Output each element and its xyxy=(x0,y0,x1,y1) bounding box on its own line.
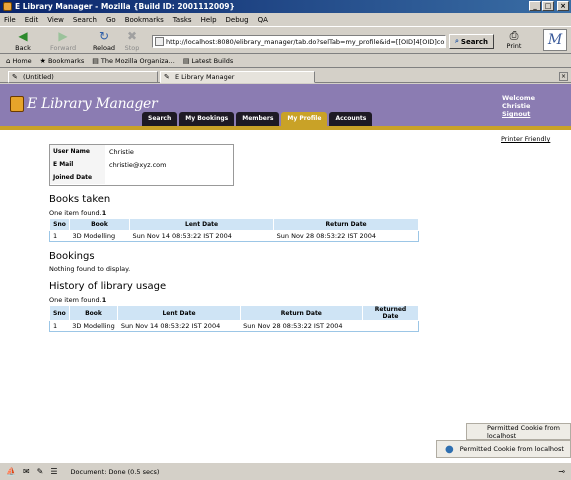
profile-value: christie@xyz.com xyxy=(109,160,167,169)
welcome-label: Welcome xyxy=(502,94,536,102)
url-field[interactable]: http://localhost:8080/elibrary_manager/t… xyxy=(152,35,446,48)
header-stripe xyxy=(0,126,571,130)
nav-my-bookings[interactable]: My Bookings xyxy=(179,112,235,126)
page-content: E Library Manager Search My Bookings Mem… xyxy=(0,84,571,462)
composer-icon[interactable]: ✎ xyxy=(37,467,44,476)
menu-search[interactable]: Search xyxy=(73,16,97,24)
address-book-icon[interactable]: ☰ xyxy=(50,467,57,476)
books-taken-table: Sno Book Lent Date Return Date 1 3D Mode… xyxy=(49,218,419,242)
page-icon: ✎ xyxy=(12,73,18,81)
printer-icon: ⎙ xyxy=(509,29,519,42)
window-titlebar: E Library Manager - Mozilla {Build ID: 2… xyxy=(0,0,571,13)
menu-edit[interactable]: Edit xyxy=(25,16,39,24)
mozilla-throbber-icon[interactable]: M xyxy=(543,29,567,51)
nav-my-profile[interactable]: My Profile xyxy=(281,112,328,126)
latest-builds-link[interactable]: ▤ Latest Builds xyxy=(183,57,233,65)
menu-help[interactable]: Help xyxy=(201,16,217,24)
welcome-box: Welcome Christie Signout xyxy=(502,94,535,118)
nav-members[interactable]: Members xyxy=(236,112,280,126)
bookings-empty: Nothing found to display. xyxy=(49,265,131,273)
profile-label: Joined Date xyxy=(50,171,105,184)
reload-button[interactable]: ↻ Reload xyxy=(91,30,117,52)
nav-search[interactable]: Search xyxy=(142,112,178,126)
app-header: E Library Manager Search My Bookings Mem… xyxy=(0,84,571,130)
status-message: Document: Done (0.5 secs) xyxy=(70,467,160,476)
close-tab-icon[interactable]: × xyxy=(559,72,568,81)
home-icon: ⌂ xyxy=(6,57,11,65)
personal-toolbar: ⌂ Home ★ Bookmarks ▤ The Mozilla Organiza..… xyxy=(0,55,571,68)
back-button[interactable]: ◀ Back xyxy=(10,30,36,52)
navigation-toolbar: ◀ Back ▶ Forward ↻ Reload ✖ Stop http://… xyxy=(0,26,571,54)
page-icon: ✎ xyxy=(164,73,170,81)
maximize-button[interactable]: □ xyxy=(542,1,554,11)
books-taken-count: One item found.1 xyxy=(49,209,107,217)
reload-icon: ↻ xyxy=(98,29,110,43)
user-name: Christie xyxy=(502,102,531,110)
menu-tasks[interactable]: Tasks xyxy=(173,16,192,24)
stop-icon: ✖ xyxy=(126,29,138,43)
mozilla-org-link[interactable]: ▤ The Mozilla Organiza... xyxy=(92,57,175,65)
window-title: E Library Manager - Mozilla {Build ID: 2… xyxy=(15,2,235,11)
book-logo-icon xyxy=(10,96,24,112)
menu-debug[interactable]: Debug xyxy=(226,16,249,24)
globe-icon: ● xyxy=(445,443,454,455)
page-icon xyxy=(155,37,164,46)
cookie-notification: ● Permitted Cookie from localhost xyxy=(436,440,571,458)
search-button[interactable]: ⌕ Search xyxy=(449,34,494,49)
history-table: Sno Book Lent Date Return Date Returned … xyxy=(49,305,419,332)
bookmarks-link[interactable]: ★ Bookmarks xyxy=(40,57,85,65)
forward-button[interactable]: ▶ Forward xyxy=(50,30,76,52)
search-icon: ⌕ xyxy=(454,37,459,45)
app-nav: Search My Bookings Members My Profile Ac… xyxy=(142,112,373,126)
menu-go[interactable]: Go xyxy=(106,16,116,24)
home-link[interactable]: ⌂ Home xyxy=(6,57,32,65)
print-button[interactable]: ⎙ Print xyxy=(503,29,525,51)
url-text: http://localhost:8080/elibrary_manager/t… xyxy=(166,37,446,46)
menu-view[interactable]: View xyxy=(47,16,64,24)
app-icon xyxy=(3,2,12,11)
minimize-button[interactable]: _ xyxy=(529,1,541,11)
tab-untitled[interactable]: ✎ (Untitled) xyxy=(8,71,158,83)
table-header: Sno Book Lent Date Return Date xyxy=(49,218,419,231)
close-button[interactable]: × xyxy=(557,1,569,11)
nav-accounts[interactable]: Accounts xyxy=(329,112,373,126)
stop-button[interactable]: ✖ Stop xyxy=(119,30,145,52)
tab-strip: ✎ (Untitled) ✎ E Library Manager xyxy=(0,69,571,83)
bookmark-page-icon: ▤ xyxy=(92,57,99,65)
menu-bar: File Edit View Search Go Bookmarks Tasks… xyxy=(0,13,571,26)
profile-label: E Mail xyxy=(50,158,105,171)
tab-elibrary[interactable]: ✎ E Library Manager xyxy=(160,71,315,83)
table-header: Sno Book Lent Date Return Date Returned … xyxy=(49,305,419,321)
back-arrow-icon: ◀ xyxy=(18,29,28,43)
menu-qa[interactable]: QA xyxy=(258,16,268,24)
bookmark-page-icon: ▤ xyxy=(182,57,190,65)
security-lock-icon[interactable]: ⊸ xyxy=(558,467,565,476)
table-row: 1 3D Modelling Sun Nov 14 08:53:22 IST 2… xyxy=(53,232,377,240)
profile-label: User Name xyxy=(50,145,105,158)
menu-file[interactable]: File xyxy=(4,16,16,24)
status-bar: ⛵ ✉ ✎ ☰ Document: Done (0.5 secs) ⊸ xyxy=(0,462,571,480)
table-row: 1 3D Modelling Sun Nov 14 08:53:22 IST 2… xyxy=(53,322,343,330)
forward-arrow-icon: ▶ xyxy=(58,29,68,43)
mail-icon[interactable]: ✉ xyxy=(23,467,30,476)
bookings-heading: Bookings xyxy=(49,251,95,262)
navigator-icon[interactable]: ⛵ xyxy=(6,467,16,476)
history-heading: History of library usage xyxy=(49,281,167,292)
app-logo: E Library Manager xyxy=(10,96,158,112)
profile-box: User Name Christie E Mail christie@xyz.com… xyxy=(49,144,234,186)
signout-link[interactable]: Signout xyxy=(502,110,535,118)
menu-bookmarks[interactable]: Bookmarks xyxy=(125,16,164,24)
printer-friendly-link[interactable]: Printer Friendly xyxy=(501,135,550,143)
profile-value: Christie xyxy=(109,147,134,156)
history-count: One item found.1 xyxy=(49,296,107,304)
bookmark-icon: ★ xyxy=(39,57,46,65)
books-taken-heading: Books taken xyxy=(49,194,111,205)
cookie-notification: Permitted Cookie from localhost xyxy=(466,423,571,440)
